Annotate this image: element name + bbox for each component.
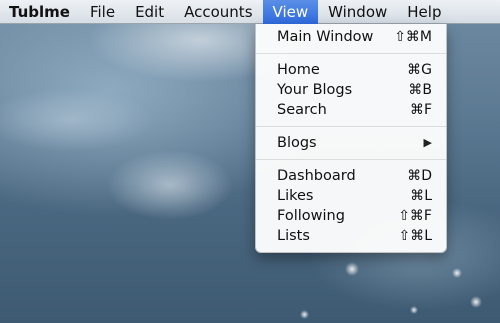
menu-separator [256, 53, 446, 54]
menu-separator [256, 126, 446, 127]
submenu-arrow-icon: ▶ [423, 136, 432, 149]
menu-window[interactable]: Window [318, 0, 397, 24]
menu-item-label: Blogs [277, 135, 317, 151]
menu-file[interactable]: File [80, 0, 125, 24]
wallpaper-light-spot [470, 296, 482, 308]
menu-item-label: Dashboard [277, 168, 356, 184]
menu-item-likes[interactable]: Likes ⌘L [256, 186, 446, 206]
wallpaper-light-spot [410, 306, 418, 314]
menu-item-blogs[interactable]: Blogs ▶ [256, 133, 446, 153]
keyboard-shortcut: ⇧⌘F [398, 208, 432, 224]
keyboard-shortcut: ⌘B [408, 82, 432, 98]
menu-bar: Tublme File Edit Accounts View Window He… [0, 0, 500, 24]
menu-item-your-blogs[interactable]: Your Blogs ⌘B [256, 80, 446, 100]
keyboard-shortcut: ⌘G [407, 62, 432, 78]
wallpaper-light-spot [345, 262, 359, 276]
menu-item-label: Your Blogs [277, 82, 353, 98]
keyboard-shortcut: ⌘D [407, 168, 432, 184]
keyboard-shortcut: ⌘F [409, 102, 432, 118]
menu-item-lists[interactable]: Lists ⇧⌘L [256, 226, 446, 246]
wallpaper-light-spot [452, 268, 462, 278]
menu-item-following[interactable]: Following ⇧⌘F [256, 206, 446, 226]
menu-separator [256, 159, 446, 160]
menu-view[interactable]: View [262, 0, 319, 24]
menu-item-dashboard[interactable]: Dashboard ⌘D [256, 166, 446, 186]
menu-item-search[interactable]: Search ⌘F [256, 100, 446, 120]
menu-app-tublme[interactable]: Tublme [0, 0, 80, 24]
menu-accounts[interactable]: Accounts [174, 0, 262, 24]
view-menu-dropdown: Main Window ⇧⌘M Home ⌘G Your Blogs ⌘B Se… [255, 24, 447, 253]
menu-item-label: Likes [277, 188, 314, 204]
wallpaper-light-spot [300, 310, 309, 319]
keyboard-shortcut: ⌘L [410, 188, 432, 204]
menu-item-label: Lists [277, 228, 310, 244]
menu-item-label: Search [277, 102, 327, 118]
menu-item-label: Following [277, 208, 345, 224]
menu-help[interactable]: Help [397, 0, 451, 24]
menu-item-home[interactable]: Home ⌘G [256, 60, 446, 80]
menu-item-main-window[interactable]: Main Window ⇧⌘M [256, 27, 446, 47]
menu-edit[interactable]: Edit [125, 0, 174, 24]
menu-item-label: Main Window [277, 29, 374, 45]
menu-item-label: Home [277, 62, 320, 78]
keyboard-shortcut: ⇧⌘L [398, 228, 432, 244]
keyboard-shortcut: ⇧⌘M [394, 29, 432, 45]
